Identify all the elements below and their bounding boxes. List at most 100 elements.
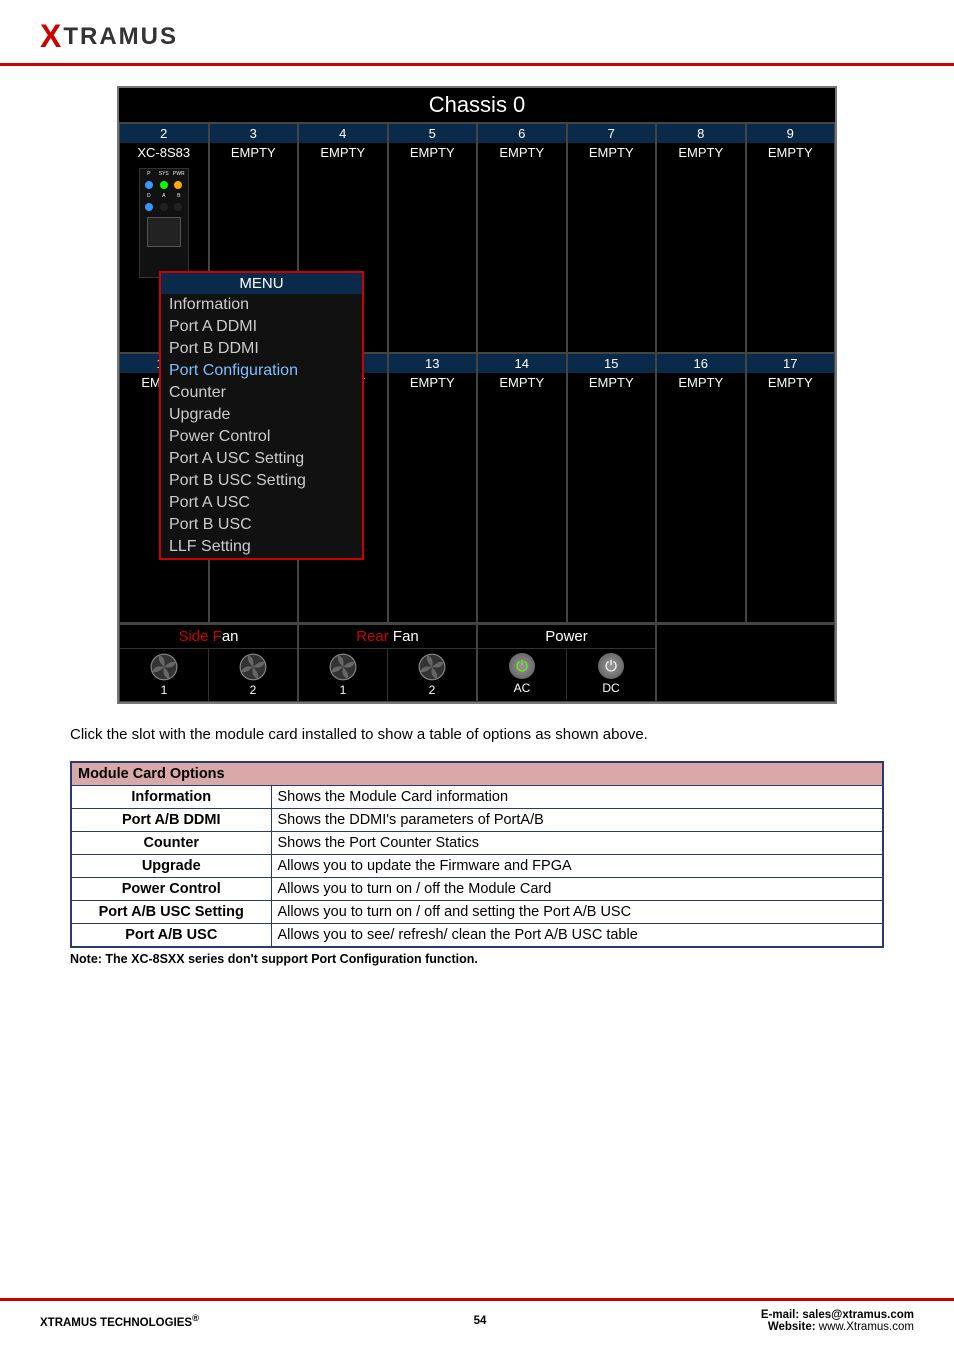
table-val: Allows you to turn on / off and setting … [271, 901, 883, 924]
slot[interactable]: 9EMPTY [746, 123, 836, 353]
bottom-empty [656, 624, 835, 702]
table-key: Port A/B DDMI [71, 809, 271, 832]
menu-item[interactable]: Port A DDMI [161, 316, 362, 338]
menu-item[interactable]: Port A USC Setting [161, 448, 362, 470]
fan-icon [329, 653, 357, 681]
rear-fan-2-num: 2 [429, 683, 436, 697]
menu-item[interactable]: Power Control [161, 426, 362, 448]
slot-num: 2 [120, 124, 208, 143]
table-header: Module Card Options [71, 762, 883, 786]
table-val: Allows you to update the Firmware and FP… [271, 855, 883, 878]
table-row: InformationShows the Module Card informa… [71, 786, 883, 809]
rear-fan-title: Rear Fan [299, 625, 476, 649]
power-dc: ⏻ DC [567, 649, 655, 699]
slot-num: 3 [210, 124, 298, 143]
rear-fan-2: 2 [388, 649, 476, 701]
menu-item[interactable]: Information [161, 294, 362, 316]
slot-label: EMPTY [320, 145, 365, 160]
logo-text: TRAMUS [63, 23, 178, 51]
slot[interactable]: 8 EMPTY [656, 123, 746, 353]
table-row: CounterShows the Port Counter Statics [71, 832, 883, 855]
slot-label: EMPTY [231, 145, 276, 160]
slot[interactable]: 7 EMPTY [567, 123, 657, 353]
slot-label: EMPTY [499, 375, 544, 390]
slot-num: 15 [568, 354, 656, 373]
slot-num: 16 [657, 354, 745, 373]
side-fan-2-num: 2 [250, 683, 257, 697]
slot-num: 7 [568, 124, 656, 143]
footer-site: www.Xtramus.com [819, 1321, 914, 1333]
slot-num: 5 [389, 124, 477, 143]
table-row: Port A/B USC SettingAllows you to turn o… [71, 901, 883, 924]
side-fan-2: 2 [209, 649, 297, 701]
slot-label: EMPTY [678, 375, 723, 390]
table-val: Shows the Port Counter Statics [271, 832, 883, 855]
table-key: Upgrade [71, 855, 271, 878]
slot[interactable]: 6EMPTY [477, 123, 567, 353]
slot-label: EMPTY [589, 145, 634, 160]
slot[interactable]: 14 EMPTY [477, 353, 567, 623]
power-ac-lbl: AC [514, 681, 531, 695]
slot[interactable]: 15EMPTY [567, 353, 657, 623]
menu-item[interactable]: Port Configuration [161, 360, 362, 382]
footer-right: E-mail: sales@xtramus.com Website: www.X… [761, 1309, 914, 1333]
slot[interactable]: 17 EMPTY [746, 353, 836, 623]
slot-num: 14 [478, 354, 566, 373]
table-row: Power ControlAllows you to turn on / off… [71, 878, 883, 901]
footer-company: XTRAMUS TECHNOLOGIES [40, 1317, 192, 1329]
slot[interactable]: 13 EMPTY [388, 353, 478, 623]
slot[interactable]: 16 EMPTY [656, 353, 746, 623]
power-dc-lbl: DC [602, 681, 619, 695]
rear-fan-1-num: 1 [340, 683, 347, 697]
slot-num: 13 [389, 354, 477, 373]
logo: X TRAMUS [40, 18, 914, 55]
table-key: Port A/B USC Setting [71, 901, 271, 924]
menu-item[interactable]: Port A USC [161, 492, 362, 514]
footer-left: XTRAMUS TECHNOLOGIES® [40, 1313, 199, 1329]
slot-num: 8 [657, 124, 745, 143]
content: Chassis 0 2XC-8S83PSYSPWRDAB3EMPTY4EMPTY… [0, 66, 954, 966]
menu-item[interactable]: LLF Setting [161, 536, 362, 558]
slot-label: EMPTY [678, 145, 723, 160]
table-row: Port A/B USCAllows you to see/ refresh/ … [71, 924, 883, 948]
slot-num: 17 [747, 354, 835, 373]
menu-title: MENU [161, 273, 362, 294]
side-fan-cell: Side Fan 1 2 [119, 624, 298, 702]
sf-suffix: an [222, 628, 239, 645]
sf-prefix: Side F [178, 628, 221, 645]
slot-num: 4 [299, 124, 387, 143]
rear-fan-cell: Rear Fan 1 2 [298, 624, 477, 702]
side-fan-title: Side Fan [120, 625, 297, 649]
footer-reg: ® [192, 1313, 199, 1324]
menu-item[interactable]: Counter [161, 382, 362, 404]
fan-icon [418, 653, 446, 681]
context-menu[interactable]: MENU InformationPort A DDMIPort B DDMIPo… [159, 271, 364, 560]
slot-label: EMPTY [768, 375, 813, 390]
power-cell: Power ⏻ AC ⏻ DC [477, 624, 656, 702]
chassis-box: Chassis 0 2XC-8S83PSYSPWRDAB3EMPTY4EMPTY… [117, 86, 837, 704]
slot-label: XC-8S83 [137, 145, 190, 160]
rf-prefix: Rear [356, 628, 393, 645]
side-fan-1-num: 1 [161, 683, 168, 697]
menu-item[interactable]: Port B USC Setting [161, 470, 362, 492]
power-icon: ⏻ [598, 653, 624, 679]
page-header: X TRAMUS [0, 0, 954, 66]
table-row: Port A/B DDMIShows the DDMI's parameters… [71, 809, 883, 832]
power-title: Power [478, 625, 655, 649]
slots-wrap: 2XC-8S83PSYSPWRDAB3EMPTY4EMPTY5EMPTY6EMP… [119, 123, 835, 623]
fan-icon [150, 653, 178, 681]
menu-item[interactable]: Upgrade [161, 404, 362, 426]
slot-label: EMPTY [410, 145, 455, 160]
slot-num: 6 [478, 124, 566, 143]
side-fan-1: 1 [120, 649, 209, 701]
slot-label: EMPTY [410, 375, 455, 390]
fan-icon [239, 653, 267, 681]
footer-email: E-mail: sales@xtramus.com [761, 1309, 914, 1321]
footer-site-lbl: Website: [768, 1321, 819, 1333]
table-val: Allows you to see/ refresh/ clean the Po… [271, 924, 883, 948]
menu-item[interactable]: Port B USC [161, 514, 362, 536]
note: Note: The XC-8SXX series don't support P… [70, 952, 884, 966]
slot[interactable]: 5 EMPTY [388, 123, 478, 353]
bottom-row: Side Fan 1 2 Rear Fan [119, 623, 835, 702]
menu-item[interactable]: Port B DDMI [161, 338, 362, 360]
